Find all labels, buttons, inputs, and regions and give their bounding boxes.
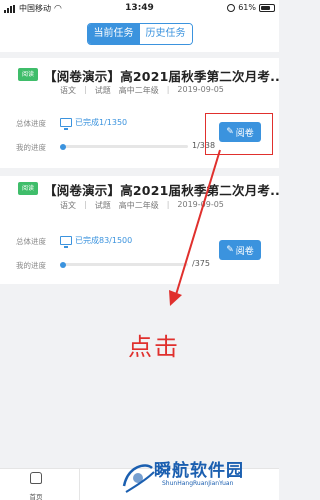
nav-divider — [79, 469, 80, 500]
nav-item-home[interactable]: 首页 — [22, 472, 50, 500]
annotation-arrow — [169, 149, 221, 306]
watermark-subtitle: ShunHangRuanJianYuan — [162, 480, 234, 487]
watermark: 瞬航软件园 ShunHangRuanJianYuan — [118, 452, 278, 498]
home-icon — [30, 472, 42, 484]
annotation-text: 点击 — [128, 333, 180, 361]
watermark-logo-icon — [122, 464, 155, 493]
nav-home-label: 首页 — [29, 493, 43, 500]
watermark-name: 瞬航软件园 — [154, 461, 244, 481]
